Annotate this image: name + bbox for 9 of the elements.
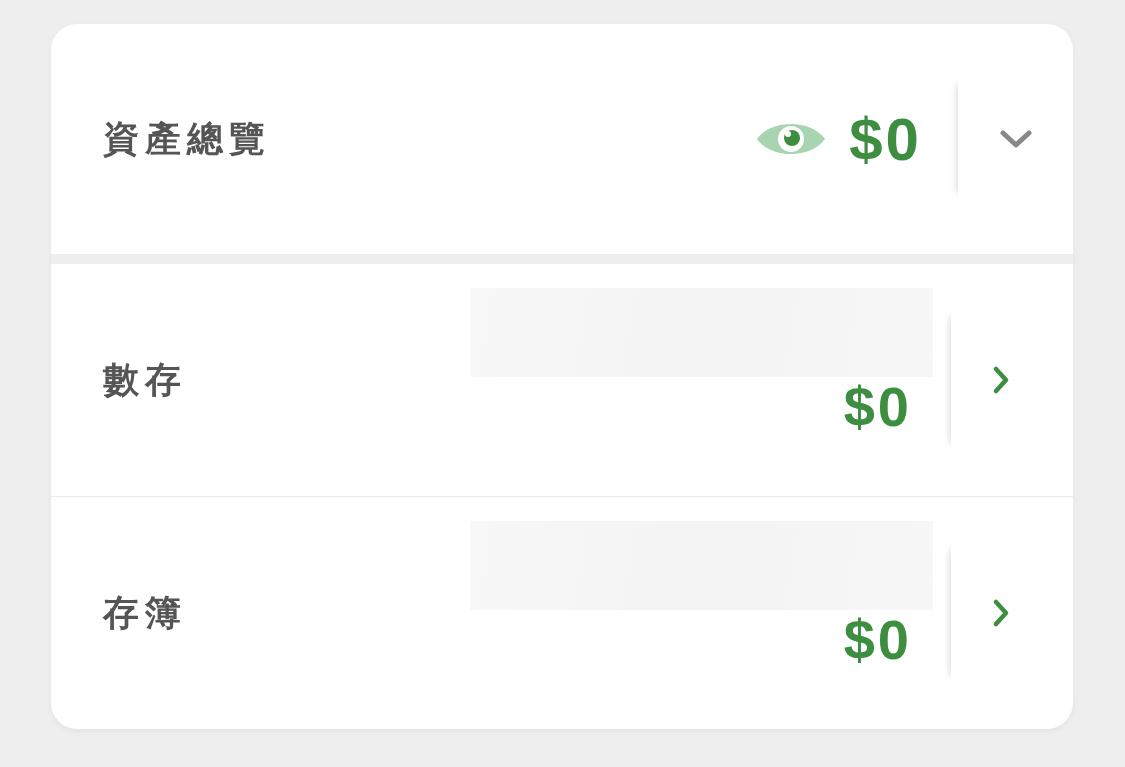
chevron-down-icon [998, 129, 1033, 149]
overview-title: 資產總覽 [103, 116, 272, 161]
total-amount: $0 [849, 104, 922, 174]
account-amount: $0 [843, 379, 912, 435]
account-amount: $0 [843, 612, 912, 668]
account-label: 數存 [103, 357, 188, 402]
chevron-right-icon [991, 364, 1011, 396]
account-label: 存簿 [103, 590, 188, 635]
chevron-right-icon [991, 597, 1011, 629]
